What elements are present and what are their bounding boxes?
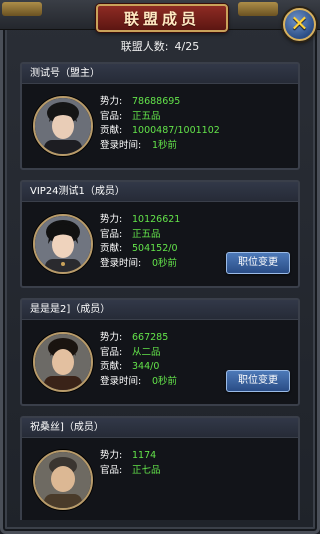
power-value: 1174	[132, 450, 157, 461]
member-count: 联盟人数: 4/25	[0, 38, 320, 54]
rank-value: 从二品	[132, 346, 161, 358]
power-label: 势力:	[100, 96, 123, 107]
power-value: 78688695	[132, 96, 181, 107]
member-count-label: 联盟人数:	[120, 40, 169, 53]
corner-ornament-left	[2, 2, 42, 16]
member-card[interactable]: 祝桑丝]（成员） 势力: 1174 官品: 正七品	[20, 416, 300, 520]
contribution-value: 344/0	[132, 361, 160, 372]
member-stats: 势力: 10126621 官品: 正五品 贡献: 504152/0 登录时间: 0秒前	[100, 213, 180, 271]
member-card[interactable]: VIP24测试1（成员） 势力: 10126621 官品: 正五品 贡献: 50415…	[20, 180, 300, 288]
rank-value: 正五品	[132, 228, 161, 240]
avatar	[33, 214, 93, 274]
rank-label: 官品:	[100, 346, 123, 358]
member-card-header: VIP24测试1（成员）	[22, 182, 298, 202]
contribution-label: 贡献:	[100, 125, 123, 136]
change-position-button[interactable]: 职位变更	[226, 252, 290, 274]
login-value: 1秒前	[152, 139, 178, 151]
contribution-value: 1000487/1001102	[132, 125, 220, 136]
power-value: 667285	[132, 332, 169, 343]
avatar	[33, 450, 93, 510]
rank-value: 正五品	[132, 110, 161, 122]
login-label: 登录时间:	[100, 257, 142, 269]
rank-value: 正七品	[132, 464, 161, 476]
rank-label: 官品:	[100, 110, 123, 122]
close-icon: ✕	[290, 11, 309, 37]
member-list[interactable]: 测试号（盟主） 势力: 78688695 官品: 正五品 贡献: 1000487/10…	[20, 62, 300, 520]
member-card-header: 测试号（盟主）	[22, 64, 298, 84]
login-value: 0秒前	[152, 375, 178, 387]
power-label: 势力:	[100, 214, 123, 225]
login-label: 登录时间:	[100, 139, 142, 151]
member-stats: 势力: 667285 官品: 从二品 贡献: 344/0 登录时间: 0秒前	[100, 331, 177, 389]
member-card-header: 是是是2]（成员）	[22, 300, 298, 320]
member-stats: 势力: 78688695 官品: 正五品 贡献: 1000487/1001102 登录…	[100, 95, 220, 153]
member-card[interactable]: 测试号（盟主） 势力: 78688695 官品: 正五品 贡献: 1000487/10…	[20, 62, 300, 170]
power-label: 势力:	[100, 450, 123, 461]
member-stats: 势力: 1174 官品: 正七品	[100, 449, 161, 478]
dialog-title-plate: 联盟成员	[96, 4, 228, 32]
power-label: 势力:	[100, 332, 123, 343]
member-count-value: 4/25	[174, 40, 200, 53]
contribution-value: 504152/0	[132, 243, 178, 254]
contribution-label: 贡献:	[100, 361, 123, 372]
avatar	[33, 96, 93, 156]
change-position-button[interactable]: 职位变更	[226, 370, 290, 392]
contribution-label: 贡献:	[100, 243, 123, 254]
login-value: 0秒前	[152, 257, 178, 269]
rank-label: 官品:	[100, 464, 123, 476]
power-value: 10126621	[132, 214, 181, 225]
member-card-header: 祝桑丝]（成员）	[22, 418, 298, 438]
dialog-title: 联盟成员	[123, 9, 200, 28]
rank-label: 官品:	[100, 228, 123, 240]
member-card[interactable]: 是是是2]（成员） 势力: 667285 官品: 从二品 贡献: 344/0 登录时间…	[20, 298, 300, 406]
corner-ornament-right	[238, 2, 278, 16]
login-label: 登录时间:	[100, 375, 142, 387]
avatar	[33, 332, 93, 392]
close-button[interactable]: ✕	[283, 8, 316, 41]
